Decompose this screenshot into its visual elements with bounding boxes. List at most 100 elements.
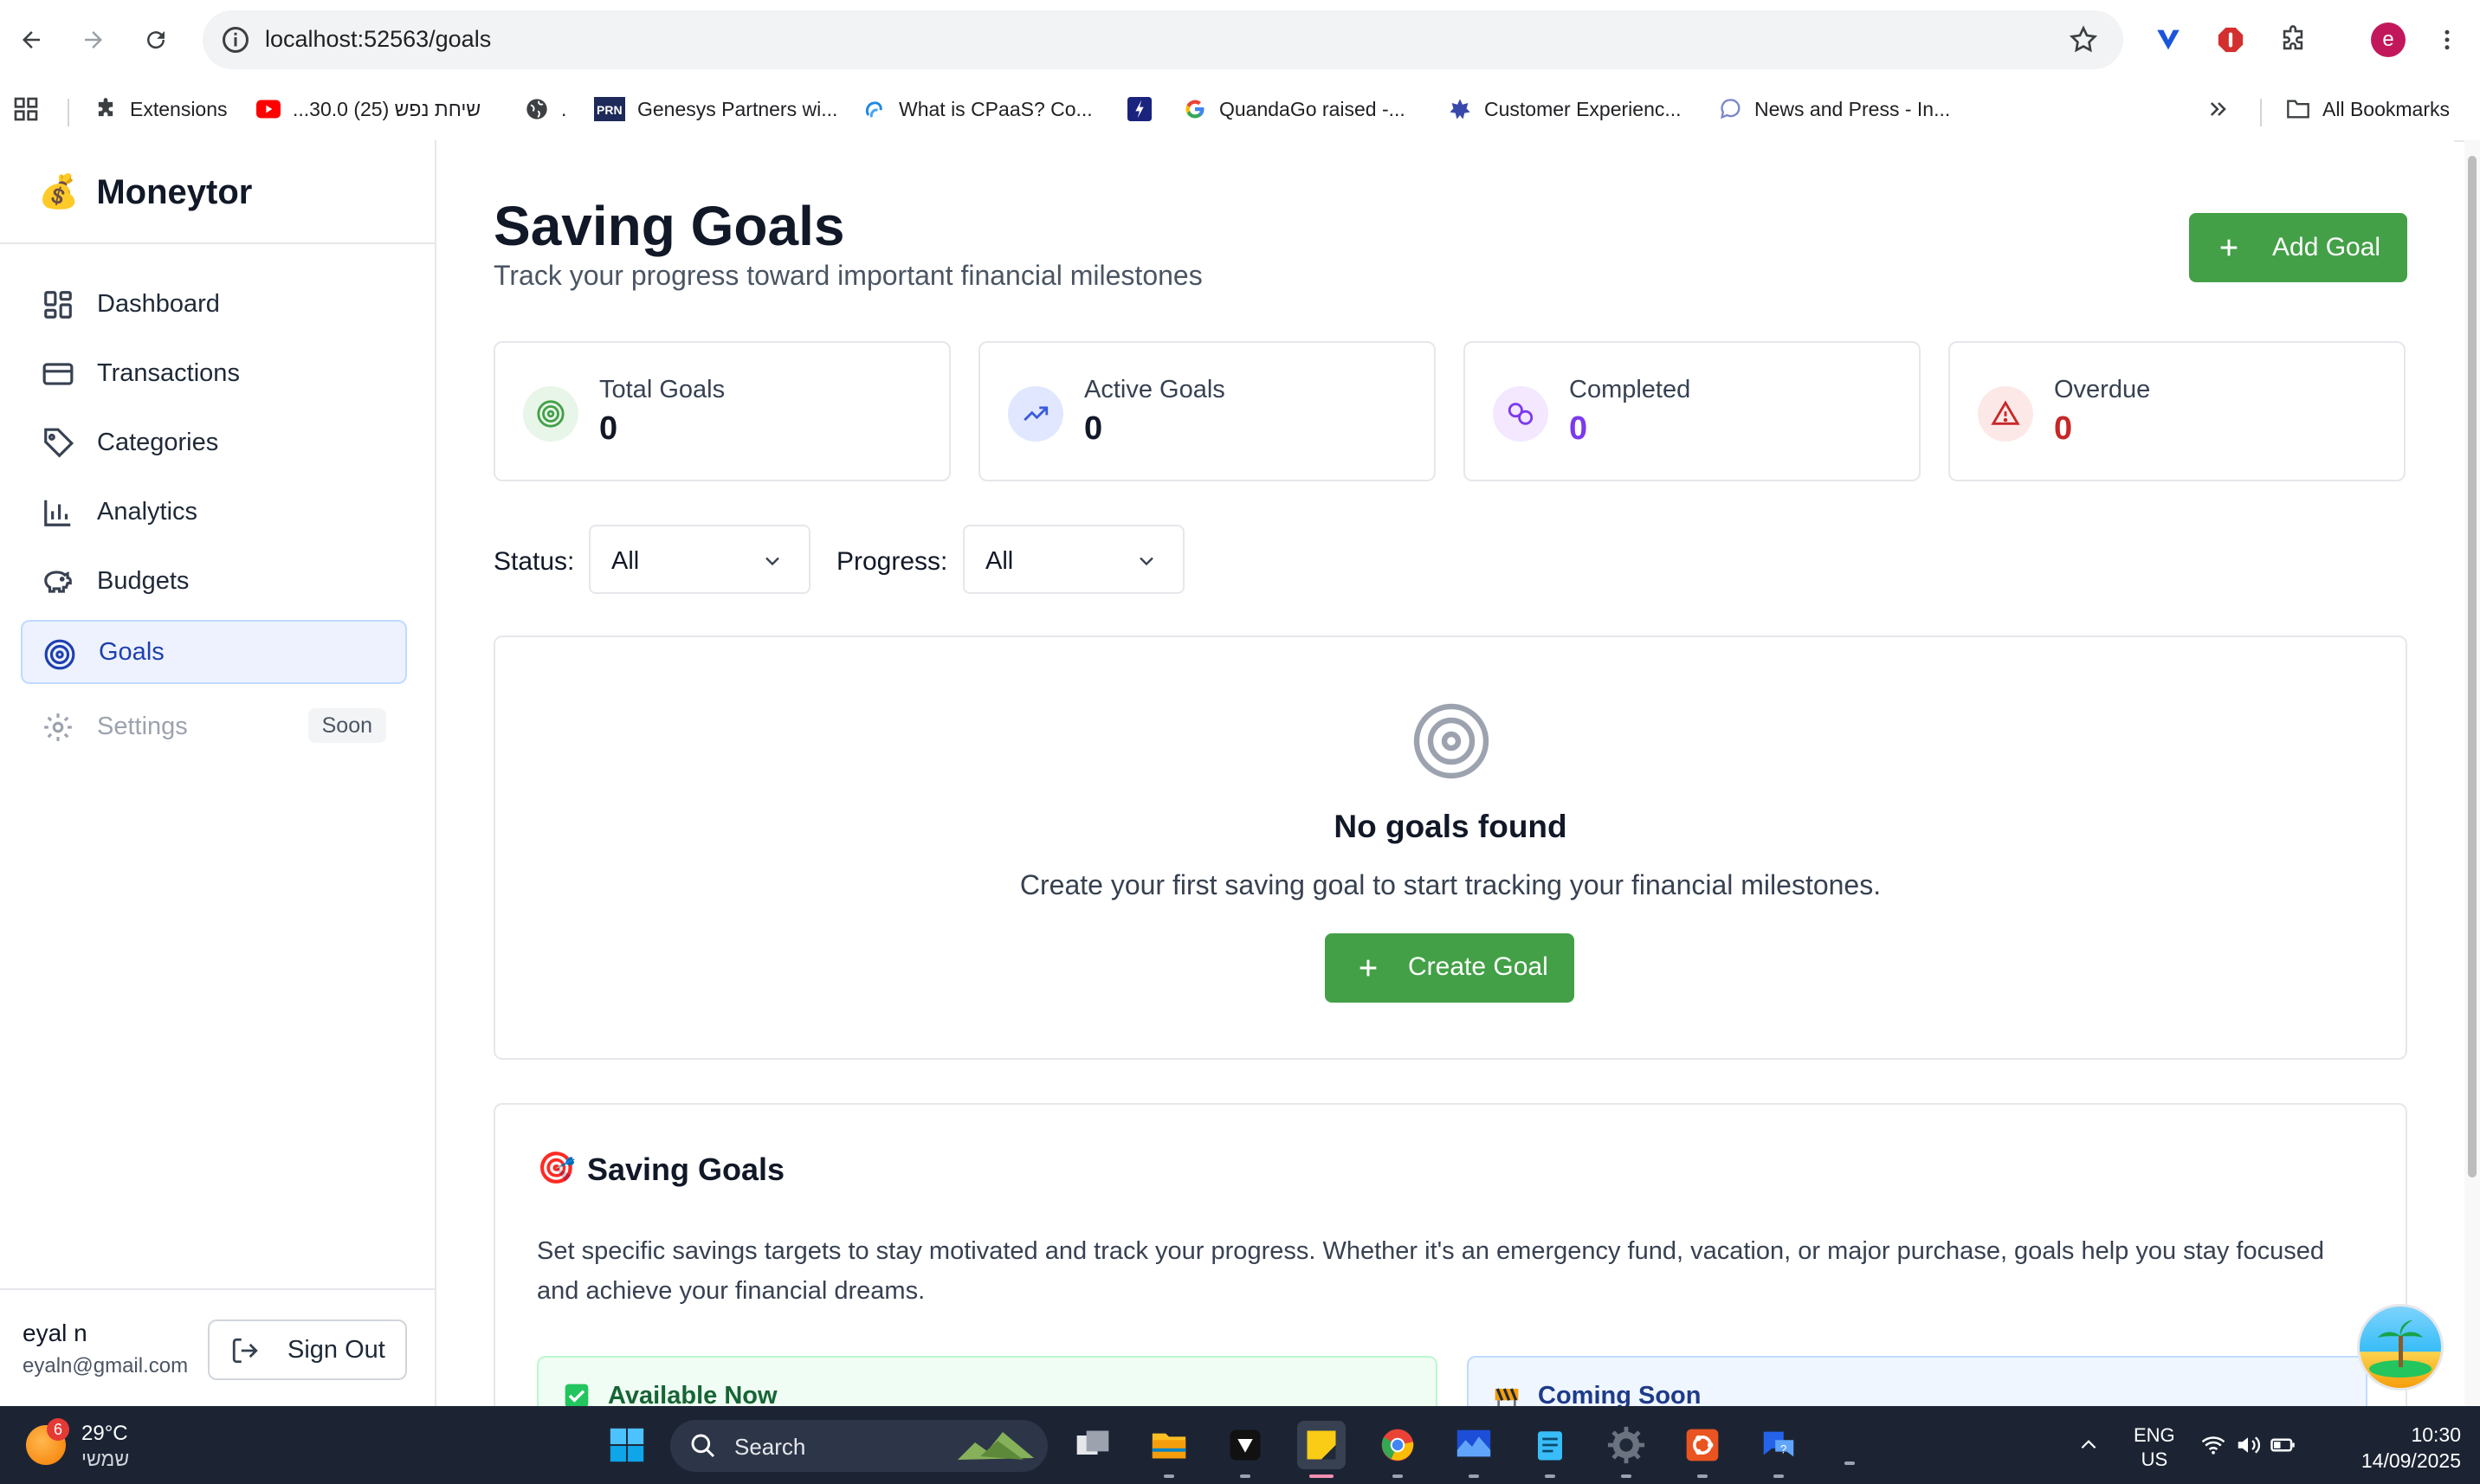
chevron-up-icon <box>2081 1440 2096 1449</box>
chevron-down-icon <box>765 557 779 566</box>
progress-select[interactable]: All <box>963 525 1185 594</box>
info-title: Saving Goals <box>587 1152 785 1187</box>
bookmark-extensions[interactable]: Extensions <box>94 92 228 126</box>
stat-label: Active Goals <box>1084 376 1225 403</box>
bookmark-news[interactable]: News and Press - In... <box>1718 92 1950 126</box>
clock-time: 10:30 <box>2411 1423 2461 1446</box>
chrome-menu-button[interactable] <box>2426 19 2468 61</box>
sidebar-item-label: Budgets <box>97 566 190 595</box>
page-scrollbar[interactable] <box>2464 140 2480 1406</box>
extension-adblock-icon[interactable] <box>2210 19 2251 61</box>
sidebar-item-label: Goals <box>99 637 165 666</box>
available-now-label: Available Now <box>608 1382 778 1406</box>
add-goal-label: Add Goal <box>2272 233 2381 261</box>
sidebar-item-analytics[interactable]: Analytics <box>21 480 407 544</box>
bookmark-genesys[interactable]: PRN Genesys Partners wi... <box>594 92 837 126</box>
chevron-double-right-icon <box>2210 102 2226 116</box>
puzzle-icon <box>94 97 118 121</box>
extensions-puzzle-icon[interactable] <box>2272 19 2314 61</box>
star-icon[interactable] <box>2068 24 2099 55</box>
notepad-icon <box>1538 1431 1562 1461</box>
sidebar-item-goals[interactable]: Goals <box>21 620 407 684</box>
taskbar-app-settings[interactable] <box>1602 1421 1650 1478</box>
task-view-icon <box>1076 1430 1109 1455</box>
apps-grid-icon[interactable] <box>12 92 40 126</box>
tray-overflow-button[interactable] <box>2064 1421 2113 1469</box>
sign-out-button[interactable]: Sign Out <box>208 1319 407 1380</box>
weather-temperature[interactable]: 29°C <box>81 1422 128 1446</box>
weather-location[interactable]: שמשי <box>81 1448 129 1471</box>
arrow-right-icon <box>85 31 102 48</box>
create-goal-button[interactable]: Create Goal <box>1325 933 1574 1003</box>
sidebar-item-transactions[interactable]: Transactions <box>21 341 407 405</box>
bookmark-label: News and Press - In... <box>1754 97 1951 120</box>
address-bar[interactable]: localhost:52563/goals <box>203 10 2123 69</box>
page-subtitle: Track your progress toward important fin… <box>494 260 1203 291</box>
add-goal-button[interactable]: Add Goal <box>2189 213 2407 282</box>
empty-state-title: No goals found <box>1334 809 1567 844</box>
clock[interactable]: 10:30 14/09/2025 <box>2343 1422 2461 1474</box>
profile-avatar[interactable]: e <box>2367 19 2409 61</box>
system-tray-status[interactable] <box>2196 1421 2300 1469</box>
taskbar-app-monitor[interactable] <box>1450 1421 1498 1478</box>
volume-icon <box>2238 1436 2261 1454</box>
sidebar-item-label: Transactions <box>97 358 240 387</box>
brand-name: Moneytor <box>96 172 253 211</box>
info-icon[interactable] <box>220 24 251 55</box>
bookmark-globe[interactable]: . <box>525 92 566 126</box>
search-label: Search <box>734 1434 806 1460</box>
alert-triangle-icon <box>1978 386 2033 442</box>
bookmark-bolt[interactable] <box>1127 92 1164 126</box>
taskbar-app-file-explorer[interactable] <box>1145 1421 1193 1478</box>
taskbar-app-ubuntu[interactable] <box>1678 1421 1727 1478</box>
coming-soon-box: Coming Soon <box>1467 1356 2367 1406</box>
scrollbar-thumb[interactable] <box>2468 156 2477 1178</box>
stat-card-overdue: Overdue 0 <box>1948 341 2406 481</box>
start-button[interactable] <box>603 1421 651 1469</box>
bar-chart-icon <box>44 500 71 526</box>
taskbar-app-chrome[interactable] <box>1373 1421 1422 1478</box>
extension-vpn-icon[interactable] <box>2147 19 2189 61</box>
bookmark-customer-experience[interactable]: Customer Experienc... <box>1448 92 1682 126</box>
bolt-icon <box>1127 97 1152 121</box>
bookmarks-bar: Extensions ...30.0 שיחת נפש (25) . PRN G… <box>0 80 2480 142</box>
bookmark-quandago[interactable]: QuandaGo raised -... <box>1183 92 1405 126</box>
globe-icon <box>525 97 549 121</box>
task-view-button[interactable] <box>1069 1421 1117 1469</box>
taskbar-search[interactable]: Search <box>670 1420 1048 1472</box>
check-square-icon <box>565 1384 589 1406</box>
sidebar-item-dashboard[interactable]: Dashboard <box>21 272 407 336</box>
assistant-avatar-button[interactable] <box>2357 1304 2444 1390</box>
help-chat-icon: ? <box>1763 1431 1794 1457</box>
windows-icon <box>610 1428 644 1462</box>
bookmark-label: What is CPaaS? Co... <box>899 97 1093 120</box>
sign-out-label: Sign Out <box>287 1335 385 1364</box>
stat-card-completed: Completed 0 <box>1463 341 1921 481</box>
divider <box>0 1288 435 1290</box>
taskbar-app-help[interactable]: ? <box>1754 1421 1803 1478</box>
taskbar-app-terminal[interactable] <box>1221 1421 1269 1478</box>
forward-button[interactable] <box>71 17 116 62</box>
taskbar-app-notepad[interactable] <box>1526 1421 1574 1478</box>
sidebar-item-categories[interactable]: Categories <box>21 410 407 474</box>
stat-card-active-goals: Active Goals 0 <box>978 341 1436 481</box>
url-text[interactable]: localhost:52563/goals <box>265 26 491 53</box>
prn-icon: PRN <box>594 97 625 121</box>
bookmark-divider <box>68 99 69 126</box>
status-select[interactable]: All <box>589 525 811 594</box>
plus-icon <box>2220 239 2238 256</box>
reload-button[interactable] <box>133 17 178 62</box>
sidebar-item-budgets[interactable]: Budgets <box>21 549 407 613</box>
back-button[interactable] <box>9 17 54 62</box>
taskbar-app-sticky-notes[interactable] <box>1297 1421 1346 1478</box>
construction-icon <box>1495 1388 1519 1406</box>
input-language[interactable]: ENG US <box>2134 1423 2175 1472</box>
bookmarks-overflow-button[interactable] <box>2206 92 2231 126</box>
all-bookmarks-button[interactable]: All Bookmarks <box>2286 92 2450 126</box>
brand[interactable]: 💰 Moneytor <box>38 166 252 218</box>
bookmark-cpaas[interactable]: What is CPaaS? Co... <box>862 92 1093 126</box>
profile-initial: e <box>2371 23 2406 57</box>
info-description: Set specific savings targets to stay mot… <box>537 1237 2324 1305</box>
clock-date: 14/09/2025 <box>2361 1449 2461 1472</box>
bookmark-youtube[interactable]: ...30.0 שיחת נפש (25) <box>256 92 481 126</box>
